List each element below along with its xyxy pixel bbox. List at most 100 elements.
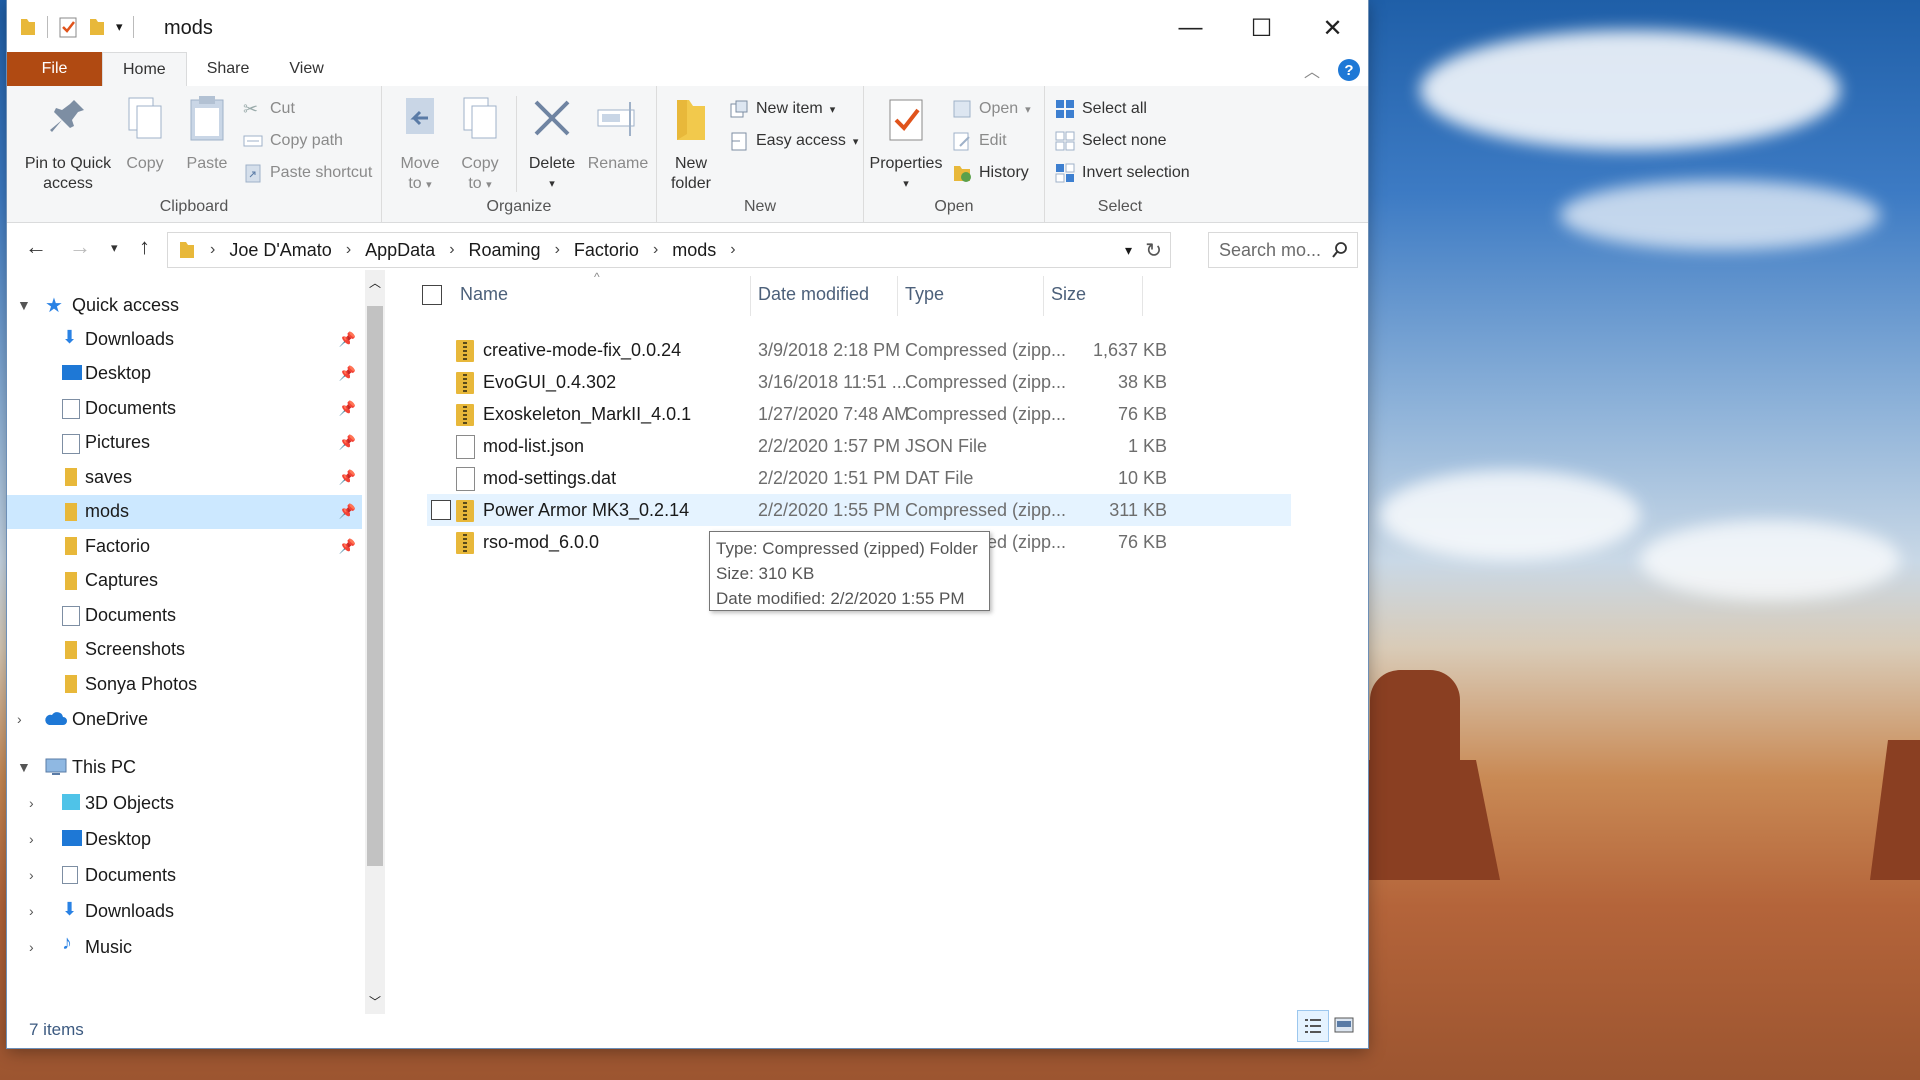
pin-icon[interactable]: 📌	[339, 400, 356, 417]
nav-this-pc[interactable]: ▼ This PC	[7, 750, 362, 784]
pin-icon[interactable]: 📌	[339, 503, 356, 520]
breadcrumb-appdata[interactable]: AppData	[365, 240, 435, 261]
breadcrumb-chevron-icon[interactable]: ›	[555, 241, 560, 259]
breadcrumb-joe-damato[interactable]: Joe D'Amato	[229, 240, 331, 261]
copy-button[interactable]: Copy	[117, 94, 173, 174]
scroll-down-icon[interactable]: ﹀	[369, 993, 381, 1010]
column-header-size[interactable]: Size	[1051, 270, 1086, 318]
easy-access-button[interactable]: Easy access ▾	[729, 128, 858, 154]
open-button[interactable]: Open ▾	[952, 96, 1031, 122]
nav-quick-item[interactable]: ⬇ Downloads 📌	[7, 322, 362, 356]
file-row[interactable]: Exoskeleton_MarkII_4.0.1 1/27/2020 7:48 A…	[427, 398, 1291, 430]
column-separator[interactable]	[1043, 276, 1044, 316]
rename-button[interactable]: Rename	[585, 94, 651, 174]
expand-chevron-icon[interactable]: ›	[29, 795, 34, 811]
pin-to-quick-access-button[interactable]: Pin to Quick access	[13, 94, 123, 194]
minimize-button[interactable]: —	[1155, 0, 1226, 56]
recent-locations-chevron-icon[interactable]: ▾	[111, 240, 118, 256]
history-button[interactable]: History	[952, 160, 1029, 186]
copy-path-button[interactable]: Copy path	[243, 128, 343, 154]
search-icon[interactable]	[1331, 241, 1349, 259]
copy-to-button[interactable]: Copy to ▾	[452, 94, 508, 195]
nav-onedrive[interactable]: › OneDrive	[7, 702, 362, 736]
new-folder-icon[interactable]	[88, 17, 106, 37]
pin-icon[interactable]: 📌	[339, 365, 356, 382]
nav-quick-item[interactable]: Sonya Photos	[7, 667, 362, 701]
nav-pc-item[interactable]: › ♪ Music	[7, 930, 362, 964]
paste-button[interactable]: Paste	[177, 94, 237, 174]
tab-view[interactable]: View	[269, 52, 343, 86]
pin-icon[interactable]: 📌	[339, 469, 356, 486]
pin-icon[interactable]: 📌	[339, 434, 356, 451]
file-row[interactable]: Power Armor MK3_0.2.14 2/2/2020 1:55 PM Co…	[427, 494, 1291, 526]
file-row[interactable]: mod-list.json 2/2/2020 1:57 PM JSON File 1 …	[427, 430, 1291, 462]
address-bar[interactable]: › Joe D'Amato › AppData › Roaming › Fact…	[167, 232, 1171, 268]
tab-file[interactable]: File	[7, 52, 102, 86]
nav-pc-item[interactable]: › 3D Objects	[7, 786, 362, 820]
file-row[interactable]: creative-mode-fix_0.0.24 3/9/2018 2:18 PM…	[427, 334, 1291, 366]
breadcrumb-chevron-icon[interactable]: ›	[346, 241, 351, 259]
delete-button[interactable]: Delete ▾	[522, 94, 582, 194]
column-separator[interactable]	[897, 276, 898, 316]
expand-chevron-icon[interactable]: ›	[29, 831, 34, 847]
column-header-name[interactable]: Name	[460, 270, 508, 318]
expand-chevron-icon[interactable]: ›	[17, 711, 22, 727]
nav-pc-item[interactable]: › Desktop	[7, 822, 362, 856]
file-row[interactable]: mod-settings.dat 2/2/2020 1:51 PM DAT File…	[427, 462, 1291, 494]
maximize-button[interactable]: ☐	[1226, 0, 1297, 56]
nav-quick-item[interactable]: Desktop 📌	[7, 357, 362, 391]
breadcrumb-roaming[interactable]: Roaming	[469, 240, 541, 261]
edit-button[interactable]: Edit	[952, 128, 1007, 154]
collapse-ribbon-icon[interactable]: ︿	[1304, 58, 1320, 82]
tab-home[interactable]: Home	[102, 52, 187, 87]
forward-arrow-icon[interactable]: →	[69, 234, 91, 260]
expand-chevron-icon[interactable]: ▼	[17, 759, 31, 775]
breadcrumb-chevron-icon[interactable]: ›	[730, 241, 735, 259]
expand-chevron-icon[interactable]: ›	[29, 903, 34, 919]
move-to-button[interactable]: Move to ▾	[392, 94, 448, 195]
nav-quick-access[interactable]: ▼ ★ Quick access	[7, 288, 362, 322]
breadcrumb-factorio[interactable]: Factorio	[574, 240, 639, 261]
file-row[interactable]: EvoGUI_0.4.302 3/16/2018 11:51 ... Compres…	[427, 366, 1291, 398]
nav-quick-item[interactable]: Captures	[7, 564, 362, 598]
paste-shortcut-button[interactable]: Paste shortcut	[243, 160, 372, 186]
expand-chevron-icon[interactable]: ›	[29, 939, 34, 955]
nav-quick-item[interactable]: Documents	[7, 598, 362, 632]
nav-scrollbar-thumb[interactable]	[367, 306, 383, 866]
row-checkbox[interactable]	[431, 500, 451, 520]
breadcrumb-chevron-icon[interactable]: ›	[449, 241, 454, 259]
nav-quick-item[interactable]: Documents 📌	[7, 391, 362, 425]
new-folder-button[interactable]: New folder	[663, 94, 719, 194]
column-separator[interactable]	[1142, 276, 1143, 316]
column-header-date-modified[interactable]: Date modified	[758, 270, 869, 318]
properties-button[interactable]: Properties ▾	[868, 94, 944, 194]
qat-dropdown-icon[interactable]: ▾	[116, 19, 123, 35]
help-icon[interactable]: ?	[1338, 59, 1360, 81]
nav-quick-item[interactable]: mods 📌	[7, 494, 362, 529]
refresh-icon[interactable]: ↻	[1145, 238, 1162, 263]
nav-pc-item[interactable]: › ⬇ Downloads	[7, 894, 362, 928]
nav-quick-item[interactable]: saves 📌	[7, 460, 362, 494]
breadcrumb-chevron-icon[interactable]: ›	[653, 241, 658, 259]
nav-quick-item[interactable]: Screenshots	[7, 633, 362, 667]
select-all-checkbox[interactable]	[422, 285, 442, 305]
expand-chevron-icon[interactable]: ▼	[17, 297, 31, 313]
new-item-button[interactable]: New item ▾	[729, 96, 835, 122]
breadcrumb-mods[interactable]: mods	[672, 240, 716, 261]
details-view-icon[interactable]	[1297, 1010, 1329, 1042]
search-box[interactable]: Search mo...	[1208, 232, 1358, 268]
nav-scrollbar[interactable]: ︿ ﹀	[365, 270, 385, 1014]
large-icons-view-icon[interactable]	[1329, 1010, 1359, 1040]
up-arrow-icon[interactable]: ↑	[139, 234, 150, 260]
select-none-button[interactable]: Select none	[1055, 128, 1167, 154]
breadcrumb-chevron-icon[interactable]: ›	[210, 241, 215, 259]
back-arrow-icon[interactable]: ←	[25, 234, 47, 260]
expand-chevron-icon[interactable]: ›	[29, 867, 34, 883]
select-all-button[interactable]: Select all	[1055, 96, 1147, 122]
pin-icon[interactable]: 📌	[339, 331, 356, 348]
close-button[interactable]: ✕	[1297, 0, 1368, 56]
nav-quick-item[interactable]: Factorio 📌	[7, 529, 362, 563]
address-dropdown-icon[interactable]: ▾	[1125, 242, 1132, 259]
column-header-type[interactable]: Type	[905, 270, 944, 318]
nav-pc-item[interactable]: › Documents	[7, 858, 362, 892]
